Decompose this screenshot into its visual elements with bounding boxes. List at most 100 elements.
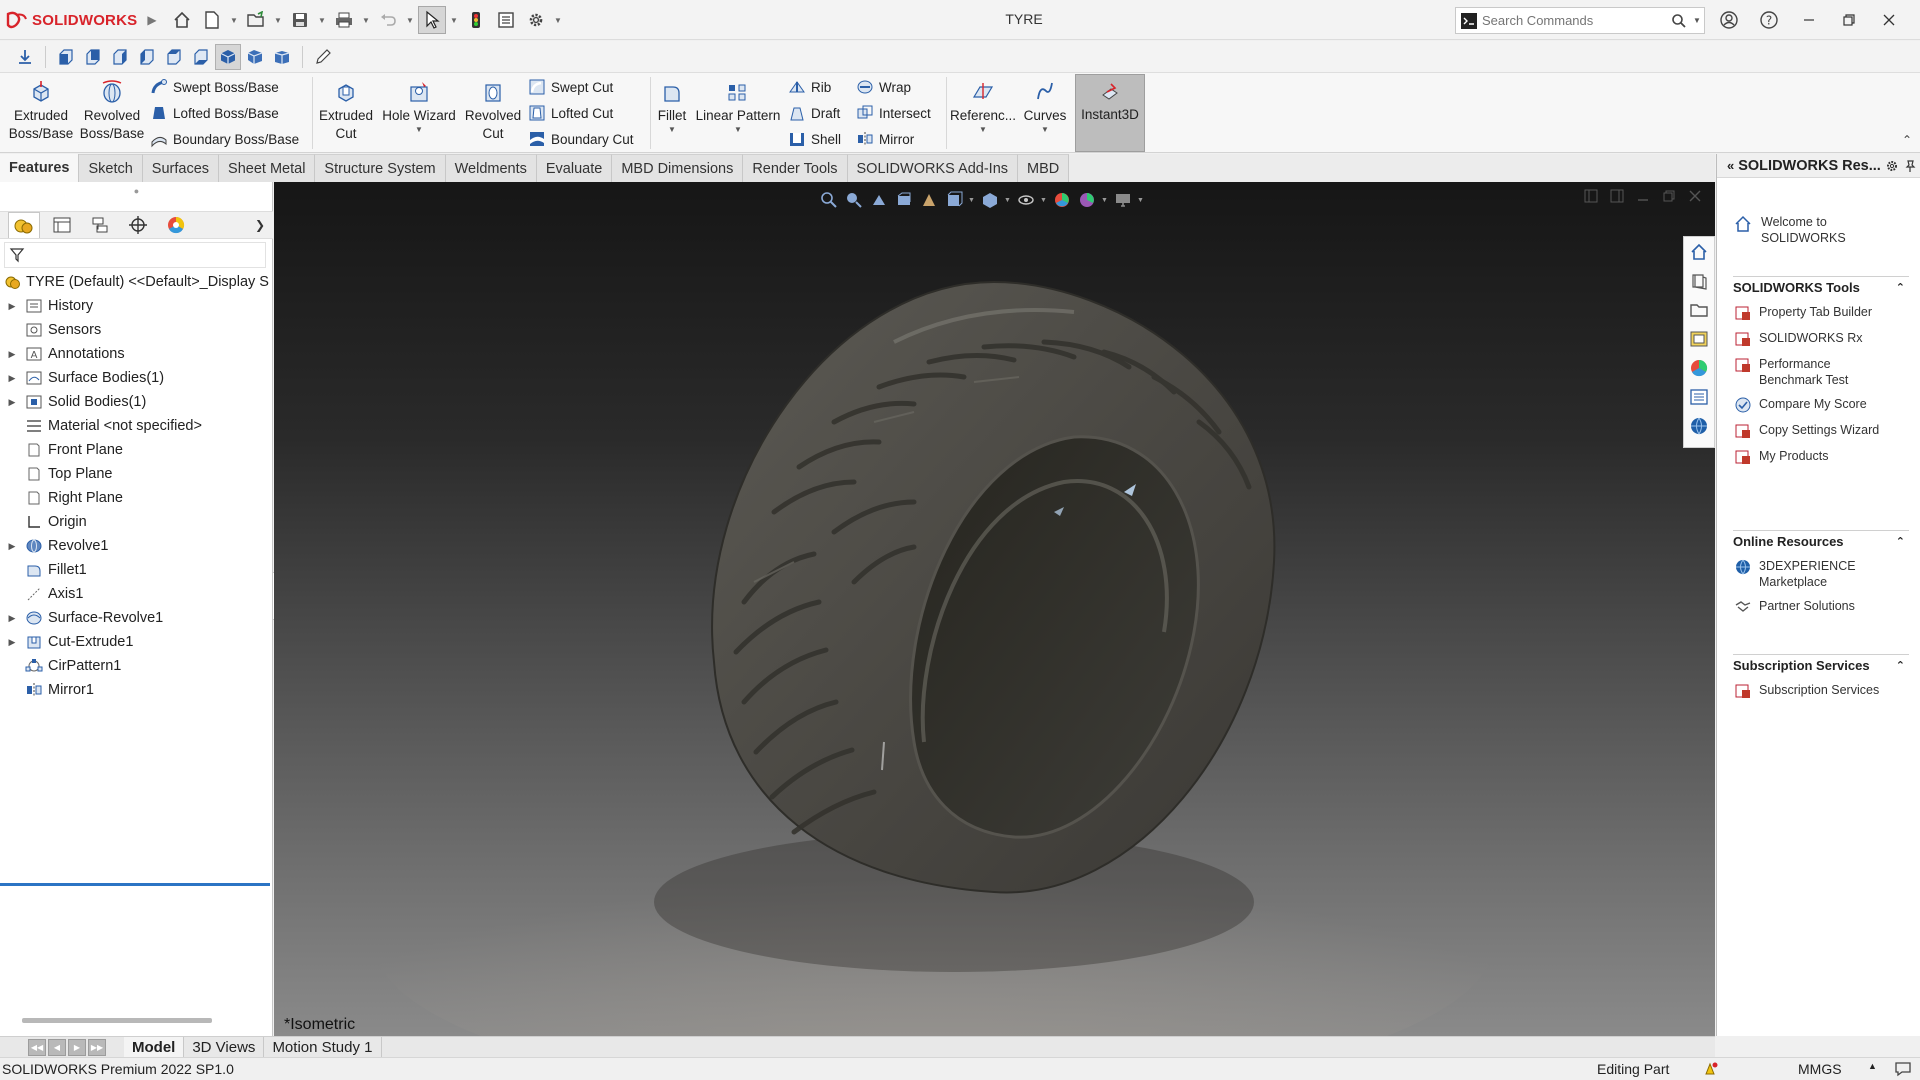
linear-pattern-dropdown-caret[interactable]: ▼ [734, 125, 742, 135]
shell-button[interactable]: Shell [788, 127, 841, 151]
search-commands-input[interactable] [1482, 13, 1652, 28]
rebuild-status-icon[interactable] [1702, 1060, 1720, 1080]
tab-sheet-metal[interactable]: Sheet Metal [219, 154, 316, 182]
fillet-dropdown-caret[interactable]: ▼ [668, 125, 676, 135]
collapse-section-icon[interactable]: ⌃ [1896, 535, 1905, 548]
restore-button[interactable] [1832, 6, 1866, 34]
hole-wizard-dropdown-caret[interactable]: ▼ [415, 125, 423, 135]
zoom-to-fit-button[interactable] [818, 189, 840, 211]
tree-item-top-plane[interactable]: Top Plane [0, 462, 273, 486]
tree-item-solid-bodies-1[interactable]: ▶ Solid Bodies(1) [0, 390, 273, 414]
unit-system[interactable]: MMGS [1798, 1061, 1842, 1077]
feature-manager-tab[interactable] [8, 212, 40, 238]
view-orientation-caret[interactable]: ▼ [968, 197, 976, 204]
linear-pattern-button[interactable]: Linear Pattern ▼ [694, 73, 782, 153]
tree-item-annotations[interactable]: ▶ A Annotations [0, 342, 273, 366]
design-library-tab[interactable] [1688, 270, 1710, 292]
search-dropdown-caret[interactable]: ▼ [1690, 16, 1704, 25]
instant3d-button[interactable]: Instant3D [1075, 74, 1145, 152]
fillet-button[interactable]: Fillet ▼ [654, 73, 690, 153]
tab-solidworks-add-ins[interactable]: SOLIDWORKS Add-Ins [847, 154, 1019, 182]
tab-structure-system[interactable]: Structure System [315, 154, 446, 182]
search-icon[interactable] [1668, 8, 1690, 33]
front-view-button[interactable] [53, 44, 79, 70]
property-manager-tab[interactable] [46, 212, 78, 238]
tree-filter[interactable] [4, 242, 266, 268]
unit-system-caret[interactable]: ▲ [1868, 1061, 1877, 1071]
view-settings-button[interactable] [1112, 189, 1134, 211]
normal-to-button[interactable] [12, 44, 38, 70]
view-settings-caret[interactable]: ▼ [1137, 197, 1145, 204]
tree-item-axis1[interactable]: Axis1 [0, 582, 273, 606]
hole-wizard-button[interactable]: Hole Wizard ▼ [380, 73, 458, 153]
tree-item-mirror1[interactable]: Mirror1 [0, 678, 273, 702]
tab-motion-study-1[interactable]: Motion Study 1 [264, 1036, 382, 1058]
extruded-cut-button[interactable]: Extruded Cut [316, 73, 376, 153]
view-palette-tab[interactable] [1688, 328, 1710, 350]
my-products-link[interactable]: My Products [1733, 448, 1909, 466]
graphics-area[interactable]: ▼ ▼ ▼ ▼ ▼ *Isometric [274, 182, 1715, 1036]
tree-item-fillet1[interactable]: Fillet1 [0, 558, 273, 582]
swept-cut-button[interactable]: Swept Cut [528, 75, 613, 99]
tab-model[interactable]: Model [124, 1036, 185, 1058]
tree-item-revolve1[interactable]: ▶ Revolve1 [0, 534, 273, 558]
performance-benchmark-test-link[interactable]: Performance Benchmark Test [1733, 356, 1909, 388]
reference-geometry-dropdown-caret[interactable]: ▼ [979, 125, 987, 135]
collapse-section-icon[interactable]: ⌃ [1896, 281, 1905, 294]
tyre-model[interactable] [274, 182, 1715, 1036]
apply-scene-caret[interactable]: ▼ [1101, 197, 1109, 204]
task-pane-home-tab[interactable] [1688, 241, 1710, 263]
expand-arrow-icon[interactable]: ▶ [0, 637, 24, 648]
sketch-pencil-button[interactable] [310, 44, 336, 70]
tab-sketch[interactable]: Sketch [79, 154, 143, 182]
zoom-to-area-button[interactable] [843, 189, 865, 211]
curves-button[interactable]: Curves ▼ [1020, 73, 1070, 153]
scroll-prev-icon[interactable]: ◀ [48, 1038, 66, 1056]
close-button[interactable] [1872, 6, 1906, 34]
right-view-button[interactable] [134, 44, 160, 70]
expand-arrow-icon[interactable]: ▶ [0, 301, 24, 312]
dynamic-annotation-button[interactable] [918, 189, 940, 211]
draft-button[interactable]: Draft [788, 101, 840, 125]
scroll-first-icon[interactable]: ◀◀ [28, 1038, 46, 1056]
tab-mbd-dimensions[interactable]: MBD Dimensions [612, 154, 744, 182]
tree-item-origin[interactable]: Origin [0, 510, 273, 534]
previous-view-button[interactable] [868, 189, 890, 211]
swept-boss-base-button[interactable]: Swept Boss/Base [150, 75, 279, 99]
back-view-button[interactable] [80, 44, 106, 70]
more-tabs-arrow-icon[interactable]: ❯ [255, 218, 265, 232]
custom-properties-tab[interactable] [1688, 386, 1710, 408]
display-style-caret[interactable]: ▼ [1004, 197, 1012, 204]
tree-item-front-plane[interactable]: Front Plane [0, 438, 273, 462]
tab-mbd[interactable]: MBD [1018, 154, 1070, 182]
tab-render-tools[interactable]: Render Tools [743, 154, 848, 182]
3dexperience-marketplace-link[interactable]: 3DEXPERIENCE Marketplace [1733, 558, 1909, 590]
viewport-split-button[interactable] [1583, 188, 1599, 204]
boundary-boss-base-button[interactable]: Boundary Boss/Base [150, 127, 299, 151]
community-tab[interactable] [1688, 415, 1710, 437]
expand-arrow-icon[interactable]: ▶ [0, 349, 24, 360]
pin-icon[interactable] [1903, 159, 1917, 173]
dimxpert-manager-tab[interactable] [122, 212, 154, 238]
tree-item-sensors[interactable]: Sensors [0, 318, 273, 342]
property-tab-builder-link[interactable]: Property Tab Builder [1733, 304, 1909, 322]
edit-appearance-button[interactable] [1051, 189, 1073, 211]
tree-root-part[interactable]: TYRE (Default) <<Default>_Display S [0, 270, 273, 294]
viewport-restore-button[interactable] [1661, 188, 1677, 204]
hide-show-items-button[interactable] [1015, 189, 1037, 211]
appearances-tab[interactable] [1688, 357, 1710, 379]
rollback-bar[interactable] [0, 883, 270, 886]
tree-item-history[interactable]: ▶ History [0, 294, 273, 318]
apply-scene-button[interactable] [1076, 189, 1098, 211]
isometric-view-button[interactable] [215, 43, 241, 70]
tree-item-cirpattern1[interactable]: CirPattern1 [0, 654, 273, 678]
viewport-layout-button[interactable] [1609, 188, 1625, 204]
boundary-cut-button[interactable]: Boundary Cut [528, 127, 634, 151]
file-explorer-tab[interactable] [1688, 299, 1710, 321]
extruded-boss-base-button[interactable]: Extruded Boss/Base [8, 73, 74, 153]
help-button[interactable]: ? [1752, 6, 1786, 34]
display-manager-tab[interactable] [160, 212, 192, 238]
tab-3d-views[interactable]: 3D Views [184, 1036, 265, 1058]
account-button[interactable] [1712, 6, 1746, 34]
collapse-section-icon[interactable]: ⌃ [1896, 659, 1905, 672]
